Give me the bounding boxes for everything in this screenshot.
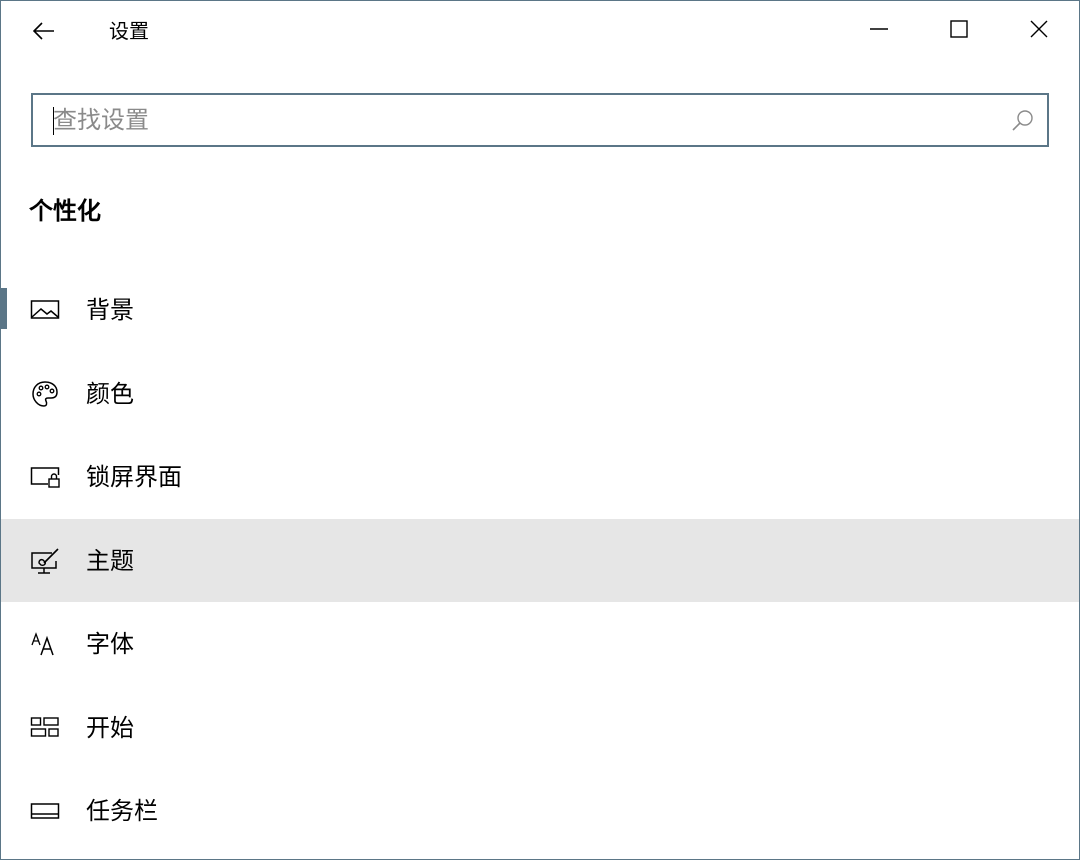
palette-icon	[29, 378, 61, 410]
window-title: 设置	[109, 19, 149, 43]
settings-window: 设置 个性化	[0, 0, 1080, 860]
title-bar: 设置	[1, 1, 1079, 61]
lock-screen-icon	[29, 461, 61, 493]
selected-indicator	[1, 288, 7, 329]
nav-item-taskbar[interactable]: 任务栏	[1, 769, 1079, 853]
section-title: 个性化	[29, 197, 101, 225]
nav-item-label: 锁屏界面	[86, 463, 182, 491]
nav-item-label: 颜色	[86, 379, 134, 408]
nav-item-label: 主题	[86, 546, 134, 575]
maximize-icon	[950, 20, 968, 38]
close-icon	[1030, 20, 1048, 38]
back-arrow-icon	[33, 22, 54, 40]
nav-item-label: 背景	[86, 296, 134, 324]
nav-item-fonts[interactable]: 字体	[1, 602, 1079, 686]
nav-item-lock-screen[interactable]: 锁屏界面	[1, 435, 1079, 519]
maximize-button[interactable]	[936, 9, 982, 49]
font-icon	[29, 628, 61, 660]
nav-list: 背景 颜色 锁屏界面 主题 字体 开始 任务栏	[1, 268, 1079, 853]
minimize-icon	[870, 28, 888, 30]
start-tiles-icon	[29, 712, 61, 744]
picture-icon	[29, 294, 61, 326]
search-input[interactable]	[53, 101, 1003, 139]
taskbar-icon	[29, 795, 61, 827]
minimize-button[interactable]	[856, 9, 902, 49]
nav-item-colors[interactable]: 颜色	[1, 352, 1079, 436]
close-button[interactable]	[1016, 9, 1062, 49]
nav-item-label: 字体	[86, 630, 134, 658]
nav-item-label: 开始	[86, 713, 134, 742]
search-box[interactable]	[31, 93, 1049, 147]
nav-item-background[interactable]: 背景	[1, 268, 1079, 352]
back-button[interactable]	[21, 11, 67, 51]
nav-item-themes[interactable]: 主题	[1, 518, 1079, 602]
theme-brush-icon	[29, 545, 61, 577]
nav-item-label: 任务栏	[86, 797, 158, 825]
search-icon[interactable]	[1011, 109, 1035, 133]
nav-item-start[interactable]: 开始	[1, 686, 1079, 770]
